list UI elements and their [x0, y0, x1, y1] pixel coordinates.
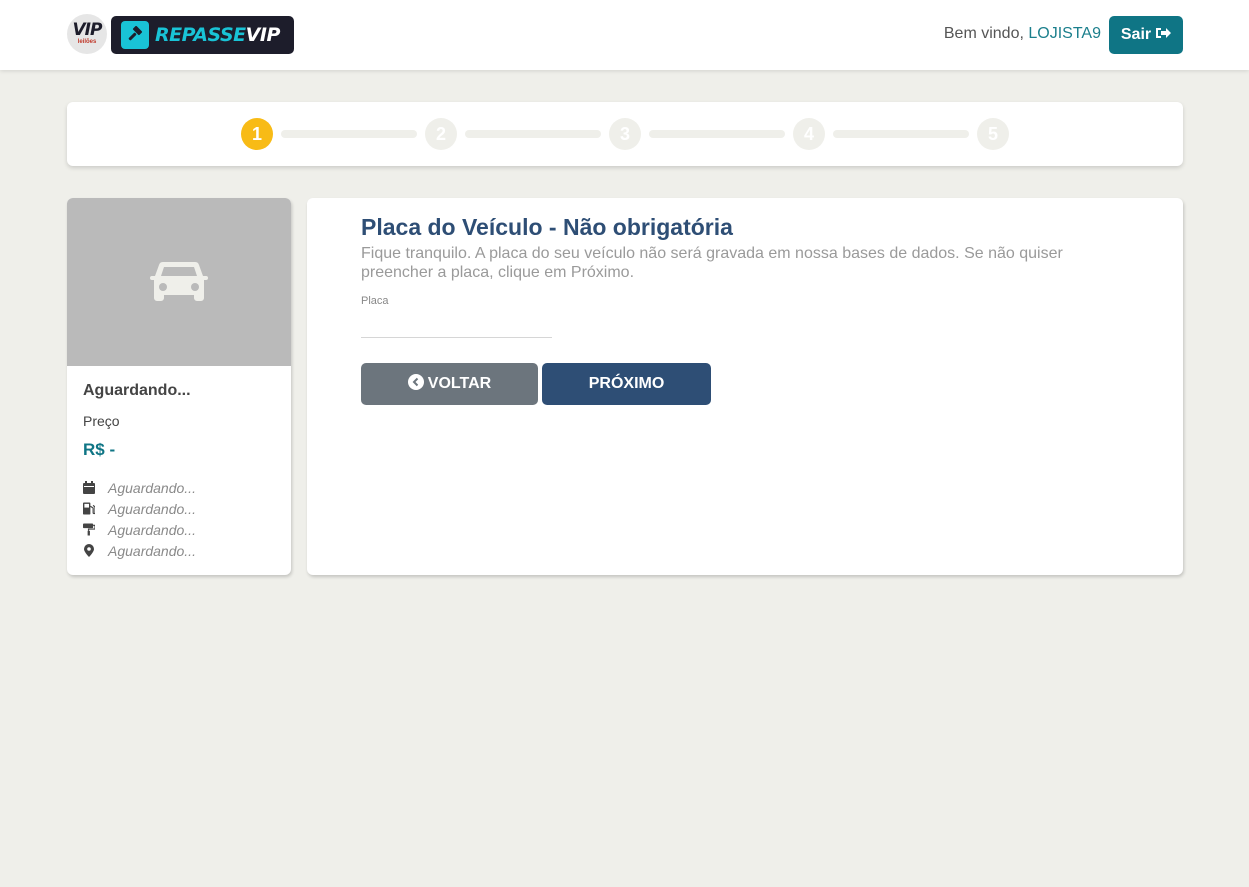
welcome-message: Bem vindo, LOJISTA9	[944, 25, 1101, 43]
info-location-text: Aguardando...	[108, 542, 196, 559]
logo-vip-subtext: leilões	[77, 39, 97, 45]
calendar-icon	[83, 481, 95, 495]
plate-form-card: Placa do Veículo - Não obrigatória Fique…	[307, 198, 1183, 575]
info-fuel-text: Aguardando...	[108, 500, 196, 517]
step-connector	[465, 130, 601, 138]
plate-field-label: Placa	[361, 295, 389, 307]
car-icon	[149, 256, 209, 309]
back-button[interactable]: VOLTAR	[361, 363, 538, 405]
back-button-label: VOLTAR	[427, 375, 492, 392]
vehicle-summary-card: Aguardando... Preço R$ - Aguardando... A…	[67, 198, 291, 575]
logout-button[interactable]: Sair	[1109, 16, 1183, 54]
plate-input[interactable]	[361, 310, 552, 338]
info-color-text: Aguardando...	[108, 521, 196, 538]
vehicle-title: Aguardando...	[83, 382, 191, 399]
form-description: Fique tranquilo. A placa do seu veículo …	[361, 245, 1063, 281]
logo-vip-text: VIP	[72, 20, 103, 40]
vehicle-info-list: Aguardando... Aguardando... Aguardando..…	[83, 477, 196, 561]
logout-label: Sair	[1120, 26, 1152, 43]
step-5: 5	[977, 118, 1009, 150]
brand-name: REPASSEVIP	[155, 24, 280, 46]
info-year: Aguardando...	[83, 477, 196, 498]
step-1: 1	[241, 118, 273, 150]
paint-roller-icon	[83, 523, 95, 537]
step-connector	[281, 130, 417, 138]
info-fuel: Aguardando...	[83, 498, 196, 519]
sign-out-icon	[1155, 26, 1172, 45]
progress-stepper: 1 2 3 4 5	[67, 102, 1183, 166]
welcome-prefix: Bem vindo,	[943, 25, 1024, 42]
chevron-left-circle-icon	[407, 373, 424, 395]
form-title: Placa do Veículo - Não obrigatória	[361, 214, 733, 240]
repasse-vip-logo[interactable]: REPASSEVIP	[111, 16, 294, 54]
step-connector	[833, 130, 969, 138]
next-button[interactable]: PRÓXIMO	[542, 363, 711, 405]
info-year-text: Aguardando...	[108, 479, 196, 496]
info-location: Aguardando...	[83, 540, 196, 561]
vehicle-photo-placeholder	[67, 198, 291, 366]
username: LOJISTA9	[1028, 25, 1101, 42]
stepper-track: 1 2 3 4 5	[241, 118, 1009, 150]
step-2: 2	[425, 118, 457, 150]
info-color: Aguardando...	[83, 519, 196, 540]
top-navbar: VIP leilões REPASSEVIP Bem vindo, LOJIST…	[0, 0, 1249, 70]
vip-leiloes-logo[interactable]: VIP leilões	[67, 14, 107, 54]
next-button-label: PRÓXIMO	[588, 375, 665, 392]
gavel-icon	[121, 21, 149, 49]
map-marker-icon	[83, 544, 95, 558]
step-4: 4	[793, 118, 825, 150]
step-3: 3	[609, 118, 641, 150]
price-label: Preço	[83, 413, 120, 429]
price-value: R$ -	[83, 440, 116, 459]
fuel-pump-icon	[83, 502, 95, 516]
step-connector	[649, 130, 785, 138]
